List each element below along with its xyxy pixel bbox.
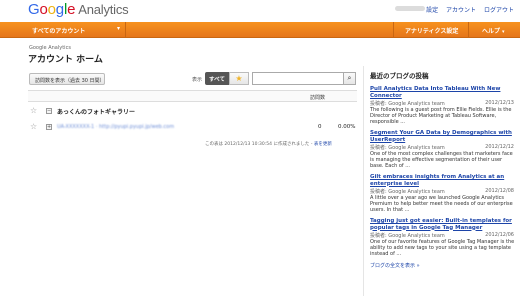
top-links: 設定 アカウント ログアウト bbox=[420, 5, 514, 14]
search-button[interactable]: ⌕ bbox=[344, 72, 356, 85]
all-accounts-label: すべてのアカウント bbox=[32, 28, 86, 35]
logout-link[interactable]: ログアウト bbox=[484, 7, 514, 14]
chevron-down-icon: ▾ bbox=[502, 29, 505, 35]
blog-post-date: 2012/12/06 bbox=[485, 232, 514, 238]
blog-post-body: A little over a year ago we launched Goo… bbox=[370, 195, 513, 213]
blog-post-meta: 投稿者: Google Analytics team 2012/12/13 bbox=[370, 100, 516, 107]
table-header: 訪問数 bbox=[28, 90, 357, 102]
property-link[interactable]: UA-XXXXXXX-1 · http://pyupi.pyupi.jp/web… bbox=[57, 124, 174, 130]
blog-panel: 最近のブログの投稿 Pull Analytics Data Into Table… bbox=[370, 70, 516, 269]
column-divider bbox=[363, 66, 364, 296]
account-name[interactable]: あっくんのフォトギャラリー bbox=[57, 107, 135, 116]
account-row[interactable]: ☆ − あっくんのフォトギャラリー bbox=[28, 106, 357, 118]
main-nav-bar: すべてのアカウント ▾ アナリティクス設定 ヘルプ ▾ bbox=[0, 22, 520, 38]
blog-post-title[interactable]: Tagging just got easier: Built-in templa… bbox=[370, 218, 516, 231]
blog-post: Pull Analytics Data Into Tableau With Ne… bbox=[370, 86, 516, 125]
blog-post-author: 投稿者: Google Analytics team bbox=[370, 189, 445, 195]
generated-note: この表は 2012/12/13 10:30:54 に作成されました - 表を更新 bbox=[205, 141, 332, 147]
analytics-settings-button[interactable]: アナリティクス設定 bbox=[393, 22, 468, 37]
blog-post-title[interactable]: Segment Your GA Data by Demographics wit… bbox=[370, 130, 516, 143]
blog-post-title[interactable]: Pull Analytics Data Into Tableau With Ne… bbox=[370, 86, 516, 99]
blog-post-body: One of our favorite features of Google T… bbox=[370, 239, 515, 257]
blog-post-date: 2012/12/08 bbox=[485, 188, 514, 194]
settings-link[interactable]: 設定 bbox=[426, 7, 438, 14]
blog-post-meta: 投稿者: Google Analytics team 2012/12/06 bbox=[370, 232, 516, 239]
search-icon: ⌕ bbox=[347, 74, 352, 82]
blog-post: Tagging just got easier: Built-in templa… bbox=[370, 218, 516, 257]
date-range-button[interactable]: 訪問数を表示（過去 30 日間） bbox=[29, 73, 105, 85]
breadcrumb[interactable]: Google Analytics bbox=[29, 45, 71, 51]
blog-heading: 最近のブログの投稿 bbox=[370, 72, 429, 80]
page-title: アカウント ホーム bbox=[28, 55, 103, 65]
blog-post-title[interactable]: Gilt embraces insights from Analytics at… bbox=[370, 174, 516, 187]
visits-value: 0 bbox=[318, 124, 322, 130]
blog-post-date: 2012/12/13 bbox=[485, 100, 514, 106]
blog-post-date: 2012/12/12 bbox=[485, 144, 514, 150]
filter-starred-button[interactable]: ★ bbox=[229, 72, 249, 85]
blog-post-author: 投稿者: Google Analytics team bbox=[370, 145, 445, 151]
search-input[interactable] bbox=[252, 72, 344, 85]
property-row[interactable]: ☆ + UA-XXXXXXX-1 · http://pyupi.pyupi.jp… bbox=[28, 122, 357, 134]
star-icon[interactable]: ☆ bbox=[30, 106, 37, 116]
collapse-toggle[interactable]: − bbox=[46, 108, 52, 114]
blog-post-meta: 投稿者: Google Analytics team 2012/12/12 bbox=[370, 144, 516, 151]
blog-post-author: 投稿者: Google Analytics team bbox=[370, 233, 445, 239]
chevron-down-icon: ▾ bbox=[116, 25, 120, 32]
star-icon: ★ bbox=[235, 74, 243, 83]
help-label: ヘルプ bbox=[482, 28, 501, 35]
display-label: 表示 bbox=[192, 77, 203, 83]
filter-all-button[interactable]: すべて bbox=[205, 72, 229, 85]
visits-percent: 0.00% bbox=[338, 124, 356, 130]
help-dropdown[interactable]: ヘルプ ▾ bbox=[468, 22, 520, 37]
blog-post-meta: 投稿者: Google Analytics team 2012/12/08 bbox=[370, 188, 516, 195]
blog-post-body: The following is a guest post from Ellie… bbox=[370, 107, 512, 125]
account-link[interactable]: アカウント bbox=[446, 7, 476, 14]
blog-post: Segment Your GA Data by Demographics wit… bbox=[370, 130, 516, 169]
top-header: Google Analytics 設定 アカウント ログアウト bbox=[0, 0, 520, 22]
star-icon[interactable]: ☆ bbox=[30, 122, 37, 132]
blog-post-author: 投稿者: Google Analytics team bbox=[370, 101, 445, 107]
expand-toggle[interactable]: + bbox=[46, 124, 52, 130]
generated-text: この表は 2012/12/13 10:30:54 に作成されました - bbox=[205, 142, 314, 147]
view-all-blog-link[interactable]: ブログの全文を表示 » bbox=[370, 262, 516, 269]
refresh-table-link[interactable]: 表を更新 bbox=[314, 142, 332, 147]
blog-post-body: One of the most complex challenges that … bbox=[370, 151, 513, 169]
all-accounts-dropdown[interactable]: すべてのアカウント ▾ bbox=[0, 22, 126, 37]
google-analytics-logo[interactable]: Google Analytics bbox=[28, 1, 129, 18]
visits-column-header[interactable]: 訪問数 bbox=[310, 94, 325, 101]
blog-post: Gilt embraces insights from Analytics at… bbox=[370, 174, 516, 213]
